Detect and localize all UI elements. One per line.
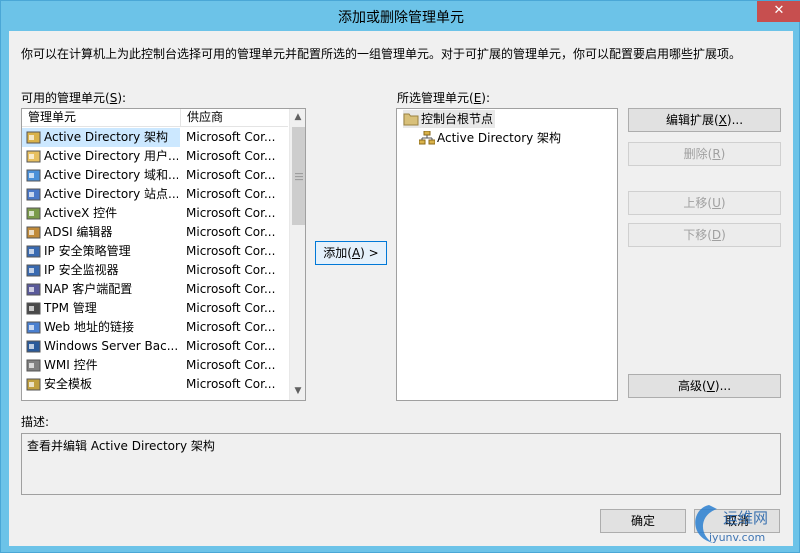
remove-button[interactable]: 删除(R) bbox=[628, 142, 781, 166]
snapin-list-item[interactable]: IP 安全监视器 Microsoft Cor... bbox=[22, 261, 288, 280]
title-bar[interactable]: 添加或删除管理单元 ✕ bbox=[1, 1, 800, 31]
nap-icon bbox=[26, 282, 42, 297]
security-template-icon bbox=[26, 377, 42, 392]
close-button[interactable]: ✕ bbox=[757, 1, 800, 22]
snapin-name: ActiveX 控件 bbox=[44, 206, 118, 220]
snapin-list-item[interactable]: TPM 管理 Microsoft Cor... bbox=[22, 299, 288, 318]
snapin-vendor: Microsoft Cor... bbox=[186, 130, 276, 144]
snapin-list-item[interactable]: Active Directory 站点... Microsoft Cor... bbox=[22, 185, 288, 204]
snapin-list-item[interactable]: Windows Server Bac... Microsoft Cor... bbox=[22, 337, 288, 356]
snapin-vendor: Microsoft Cor... bbox=[186, 149, 276, 163]
intro-text: 你可以在计算机上为此控制台选择可用的管理单元并配置所选的一组管理单元。对于可扩展… bbox=[21, 47, 742, 61]
snapin-vendor: Microsoft Cor... bbox=[186, 225, 276, 239]
svg-text:运维网: 运维网 bbox=[723, 509, 768, 527]
dialog-window: 添加或删除管理单元 ✕ 你可以在计算机上为此控制台选择可用的管理单元并配置所选的… bbox=[0, 0, 800, 553]
selected-label: 所选管理单元(E): bbox=[397, 91, 491, 105]
snapin-vendor: Microsoft Cor... bbox=[186, 320, 276, 334]
snapin-name: TPM 管理 bbox=[44, 301, 97, 315]
snapin-name: IP 安全监视器 bbox=[44, 263, 119, 277]
snapin-list-item[interactable]: ActiveX 控件 Microsoft Cor... bbox=[22, 204, 288, 223]
snapin-name: 安全模板 bbox=[44, 377, 93, 391]
move-down-button[interactable]: 下移(D) bbox=[628, 223, 781, 247]
available-label: 可用的管理单元(S): bbox=[21, 91, 127, 105]
snapin-name: Active Directory 站点... bbox=[44, 187, 178, 201]
edit-extensions-button[interactable]: 编辑扩展(X)... bbox=[628, 108, 781, 132]
snapin-name: ADSI 编辑器 bbox=[44, 225, 113, 239]
ad-sites-icon bbox=[26, 187, 42, 202]
snapin-list-item[interactable]: ADSI 编辑器 Microsoft Cor... bbox=[22, 223, 288, 242]
snapin-vendor: Microsoft Cor... bbox=[186, 377, 276, 391]
scroll-thumb[interactable]: ― ― ― bbox=[292, 127, 305, 225]
column-header-vendor[interactable]: 供应商 bbox=[187, 109, 223, 126]
tpm-icon bbox=[26, 301, 42, 316]
snapin-list-item[interactable]: WMI 控件 Microsoft Cor... bbox=[22, 356, 288, 375]
snapin-vendor: Microsoft Cor... bbox=[186, 358, 276, 372]
snapin-vendor: Microsoft Cor... bbox=[186, 187, 276, 201]
ipsec-policy-icon bbox=[26, 244, 42, 259]
ad-domains-icon bbox=[26, 168, 42, 183]
selected-snapins-tree[interactable]: 控制台根节点 Active Directory 架构 bbox=[396, 108, 618, 401]
server-backup-icon bbox=[26, 339, 42, 354]
dialog-client: 你可以在计算机上为此控制台选择可用的管理单元并配置所选的一组管理单元。对于可扩展… bbox=[9, 31, 793, 546]
description-box: 查看并编辑 Active Directory 架构 bbox=[21, 433, 781, 495]
snapin-name: Active Directory 架构 bbox=[44, 130, 169, 144]
available-snapins-list[interactable]: 管理单元 供应商 Active Directory 架构 Microsoft Co… bbox=[21, 108, 306, 401]
snapin-list-item[interactable]: Web 地址的链接 Microsoft Cor... bbox=[22, 318, 288, 337]
snapin-list-item[interactable]: Active Directory 用户... Microsoft Cor... bbox=[22, 147, 288, 166]
advanced-button[interactable]: 高级(V)... bbox=[628, 374, 781, 398]
snapin-vendor: Microsoft Cor... bbox=[186, 301, 276, 315]
vertical-scrollbar[interactable]: ▲ ― ― ― ▼ bbox=[289, 109, 305, 400]
watermark-logo: 运维网 iyunv.com bbox=[687, 499, 787, 547]
wmi-icon bbox=[26, 358, 42, 373]
snapin-vendor: Microsoft Cor... bbox=[186, 168, 276, 182]
ad-users-icon bbox=[26, 149, 42, 164]
snapin-vendor: Microsoft Cor... bbox=[186, 244, 276, 258]
column-header-name[interactable]: 管理单元 bbox=[28, 109, 76, 126]
snapin-vendor: Microsoft Cor... bbox=[186, 263, 276, 277]
snapin-list-item[interactable]: NAP 客户端配置 Microsoft Cor... bbox=[22, 280, 288, 299]
ad-schema-icon bbox=[418, 130, 436, 145]
adsi-edit-icon bbox=[26, 225, 42, 240]
tree-root-node[interactable]: 控制台根节点 bbox=[403, 110, 495, 128]
snapin-name: IP 安全策略管理 bbox=[44, 244, 131, 258]
ad-schema-icon bbox=[26, 130, 42, 145]
svg-text:iyunv.com: iyunv.com bbox=[709, 531, 765, 544]
ok-button[interactable]: 确定 bbox=[600, 509, 686, 533]
tree-child-node[interactable]: Active Directory 架构 bbox=[418, 129, 589, 147]
snapin-vendor: Microsoft Cor... bbox=[186, 206, 276, 220]
activex-icon bbox=[26, 206, 42, 221]
snapin-name: Active Directory 用户... bbox=[44, 149, 178, 163]
snapin-vendor: Microsoft Cor... bbox=[186, 339, 276, 353]
grip-icon: ― ― ― bbox=[295, 169, 303, 184]
folder-icon bbox=[403, 112, 419, 126]
web-link-icon bbox=[26, 320, 42, 335]
snapin-list-item[interactable]: 安全模板 Microsoft Cor... bbox=[22, 375, 288, 394]
close-icon: ✕ bbox=[773, 3, 785, 18]
snapin-list-item[interactable]: Active Directory 架构 Microsoft Cor... bbox=[22, 128, 275, 147]
description-label: 描述: bbox=[21, 415, 50, 429]
window-title: 添加或删除管理单元 bbox=[338, 10, 464, 26]
snapin-name: Windows Server Bac... bbox=[44, 339, 178, 353]
column-separator[interactable] bbox=[180, 109, 181, 127]
list-header: 管理单元 供应商 bbox=[22, 109, 288, 127]
add-button[interactable]: 添加(A) > bbox=[315, 241, 387, 265]
snapin-vendor: Microsoft Cor... bbox=[186, 282, 276, 296]
move-up-button[interactable]: 上移(U) bbox=[628, 191, 781, 215]
description-text: 查看并编辑 Active Directory 架构 bbox=[27, 439, 215, 453]
scroll-up-arrow-icon[interactable]: ▲ bbox=[290, 109, 305, 126]
snapin-name: WMI 控件 bbox=[44, 358, 98, 372]
ipsec-monitor-icon bbox=[26, 263, 42, 278]
snapin-name: NAP 客户端配置 bbox=[44, 282, 133, 296]
snapin-name: Web 地址的链接 bbox=[44, 320, 134, 334]
snapin-name: Active Directory 域和... bbox=[44, 168, 178, 182]
snapin-list-item[interactable]: Active Directory 域和... Microsoft Cor... bbox=[22, 166, 288, 185]
snapin-list-item[interactable]: IP 安全策略管理 Microsoft Cor... bbox=[22, 242, 288, 261]
scroll-down-arrow-icon[interactable]: ▼ bbox=[290, 383, 305, 400]
